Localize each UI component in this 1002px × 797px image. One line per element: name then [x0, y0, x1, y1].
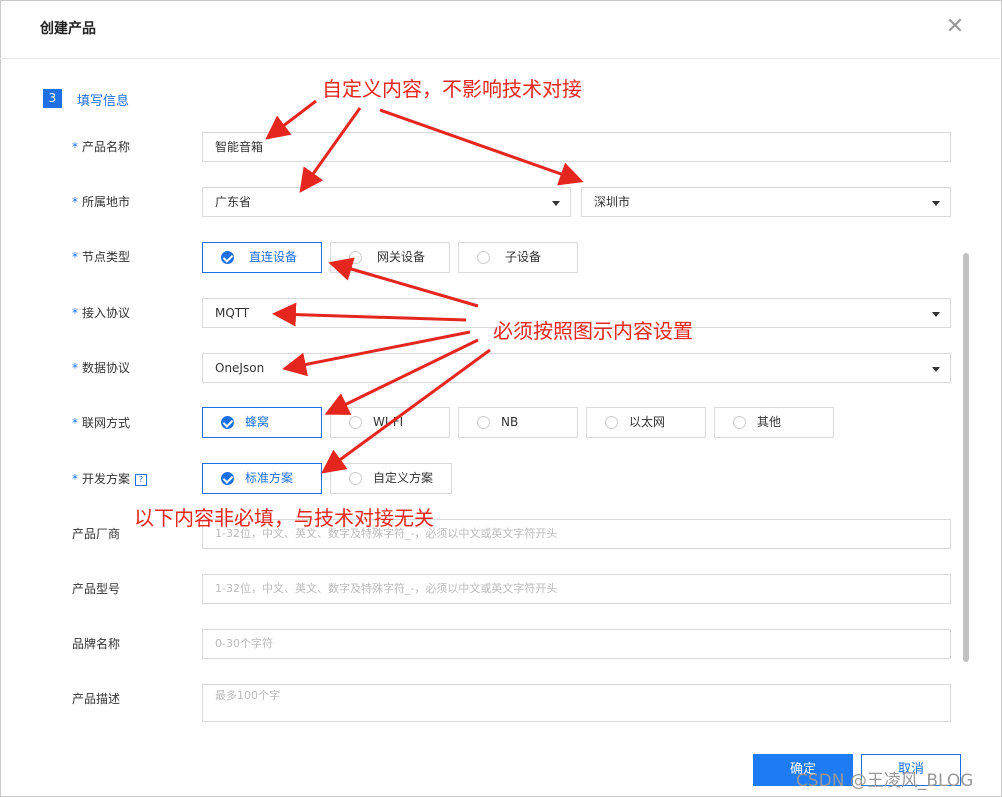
province-value: 广东省 [215, 195, 252, 209]
data-protocol-label: * 数据协议 [72, 361, 131, 375]
product-name-label: * 产品名称 [72, 140, 131, 154]
brand-input[interactable]: 0-30个字符 [202, 629, 951, 659]
network-option-cellular[interactable]: 蜂窝 [202, 407, 322, 438]
dev-plan-option-custom[interactable]: 自定义方案 [330, 463, 452, 494]
close-icon[interactable]: ✕ [944, 16, 966, 38]
model-label: 产品型号 [72, 582, 121, 596]
data-protocol-select[interactable]: OneJson [202, 353, 951, 383]
dialog-title: 创建产品 [40, 21, 96, 37]
manufacturer-label: 产品厂商 [72, 527, 121, 541]
network-option-other[interactable]: 其他 [714, 407, 834, 438]
radio-icon [349, 472, 362, 485]
dev-plan-label: * 开发方案? [72, 470, 148, 487]
location-label: * 所属地市 [72, 195, 131, 209]
step-title: 填写信息 [77, 94, 130, 109]
radio-icon [733, 416, 746, 429]
scrollbar-thumb[interactable] [963, 253, 969, 662]
radio-icon [477, 416, 490, 429]
annotation-top: 自定义内容，不影响技术对接 [322, 77, 582, 101]
model-input[interactable]: 1-32位，中文、英文、数字及特殊字符_-，必须以中文或英文字符开头 [202, 574, 951, 604]
step-number: 3 [43, 89, 62, 108]
brand-label: 品牌名称 [72, 637, 121, 651]
create-product-dialog [0, 0, 1002, 797]
city-select[interactable]: 深圳市 [581, 187, 951, 217]
chevron-down-icon [932, 312, 940, 317]
province-select[interactable]: 广东省 [202, 187, 571, 217]
description-label: 产品描述 [72, 692, 121, 706]
annotation-middle: 必须按照图示内容设置 [493, 319, 693, 343]
description-textarea[interactable]: 最多100个字 [202, 684, 951, 722]
radio-checked-icon [221, 416, 234, 429]
network-option-wifi[interactable]: WI-FI [330, 407, 450, 438]
help-icon[interactable]: ? [135, 473, 148, 486]
radio-checked-icon [221, 472, 234, 485]
network-label: * 联网方式 [72, 416, 131, 430]
node-type-option-direct[interactable]: 直连设备 [202, 242, 322, 273]
radio-icon [477, 251, 490, 264]
radio-icon [349, 416, 362, 429]
radio-checked-icon [221, 251, 234, 264]
chevron-down-icon [552, 201, 560, 206]
node-type-option-subdevice[interactable]: 子设备 [458, 242, 578, 273]
network-option-ethernet[interactable]: 以太网 [586, 407, 706, 438]
radio-icon [349, 251, 362, 264]
node-type-option-gateway[interactable]: 网关设备 [330, 242, 450, 273]
product-name-input[interactable]: 智能音箱 [202, 132, 951, 162]
watermark: CSDN @王凌风_BLOG [796, 771, 974, 791]
city-value: 深圳市 [594, 195, 631, 209]
header-divider [0, 58, 1000, 59]
data-protocol-value: OneJson [215, 361, 265, 375]
network-option-nb[interactable]: NB [458, 407, 578, 438]
annotation-bottom: 以下内容非必填，与技术对接无关 [134, 506, 434, 530]
node-type-label: * 节点类型 [72, 250, 131, 264]
dev-plan-option-standard[interactable]: 标准方案 [202, 463, 322, 494]
chevron-down-icon [932, 367, 940, 372]
access-protocol-label: * 接入协议 [72, 306, 131, 320]
chevron-down-icon [932, 201, 940, 206]
access-protocol-value: MQTT [215, 306, 250, 320]
radio-icon [605, 416, 618, 429]
